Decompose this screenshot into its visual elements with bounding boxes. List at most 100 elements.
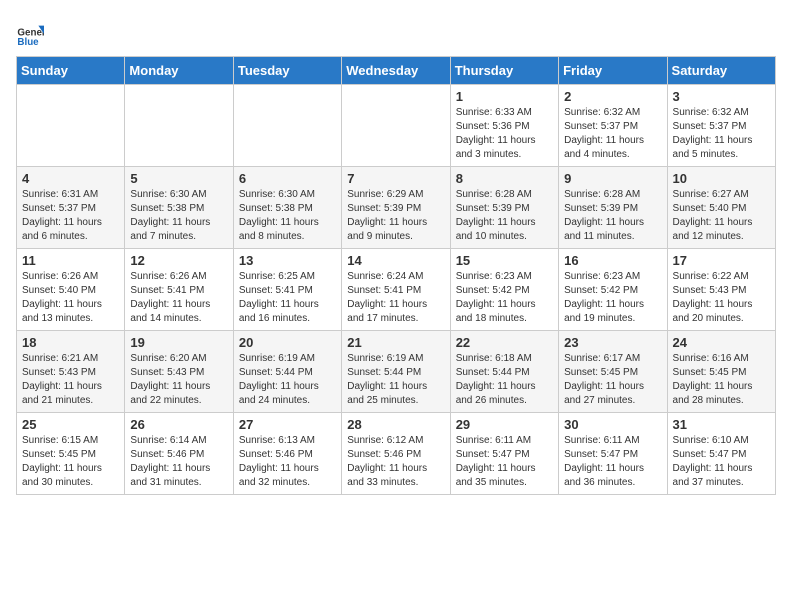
day-number: 5 bbox=[130, 171, 227, 186]
calendar-header: SundayMondayTuesdayWednesdayThursdayFrid… bbox=[17, 57, 776, 85]
header-row: SundayMondayTuesdayWednesdayThursdayFrid… bbox=[17, 57, 776, 85]
calendar-cell bbox=[233, 85, 341, 167]
day-info: Sunrise: 6:28 AM Sunset: 5:39 PM Dayligh… bbox=[564, 188, 661, 244]
day-info: Sunrise: 6:19 AM Sunset: 5:44 PM Dayligh… bbox=[347, 352, 444, 408]
calendar-cell: 14Sunrise: 6:24 AM Sunset: 5:41 PM Dayli… bbox=[342, 249, 450, 331]
day-number: 16 bbox=[564, 253, 661, 268]
day-number: 30 bbox=[564, 417, 661, 432]
calendar-cell: 17 Sunrise: 6:22 AM Sunset: 5:43 PM Dayli… bbox=[667, 249, 775, 331]
calendar-cell: 31 Sunrise: 6:10 AM Sunset: 5:47 PM Dayli… bbox=[667, 413, 775, 495]
calendar-week-row: 4 Sunrise: 6:31 AM Sunset: 5:37 PM Daylig… bbox=[17, 167, 776, 249]
day-number: 19 bbox=[130, 335, 227, 350]
page-header: General Blue bbox=[16, 16, 776, 48]
day-info: Sunrise: 6:10 AM Sunset: 5:47 PM Dayligh… bbox=[673, 434, 770, 490]
day-info: Sunrise: 6:17 AM Sunset: 5:45 PM Dayligh… bbox=[564, 352, 661, 408]
day-number: 6 bbox=[239, 171, 336, 186]
day-info: Sunrise: 6:18 AM Sunset: 5:44 PM Dayligh… bbox=[456, 352, 553, 408]
day-number: 12 bbox=[130, 253, 227, 268]
calendar-body: 1 Sunrise: 6:33 AM Sunset: 5:36 PM Daylig… bbox=[17, 85, 776, 495]
day-number: 23 bbox=[564, 335, 661, 350]
header-cell-thursday: Thursday bbox=[450, 57, 558, 85]
day-info: Sunrise: 6:30 AM Sunset: 5:38 PM Dayligh… bbox=[130, 188, 227, 244]
header-cell-wednesday: Wednesday bbox=[342, 57, 450, 85]
calendar-cell: 8Sunrise: 6:28 AM Sunset: 5:39 PM Daylig… bbox=[450, 167, 558, 249]
day-info: Sunrise: 6:23 AM Sunset: 5:42 PM Dayligh… bbox=[564, 270, 661, 326]
day-number: 21 bbox=[347, 335, 444, 350]
calendar-cell: 20 Sunrise: 6:19 AM Sunset: 5:44 PM Dayli… bbox=[233, 331, 341, 413]
calendar-cell: 12 Sunrise: 6:26 AM Sunset: 5:41 PM Dayli… bbox=[125, 249, 233, 331]
day-number: 2 bbox=[564, 89, 661, 104]
calendar-cell: 18 Sunrise: 6:21 AM Sunset: 5:43 PM Dayli… bbox=[17, 331, 125, 413]
calendar-cell: 10 Sunrise: 6:27 AM Sunset: 5:40 PM Dayli… bbox=[667, 167, 775, 249]
day-number: 11 bbox=[22, 253, 119, 268]
day-info: Sunrise: 6:33 AM Sunset: 5:36 PM Dayligh… bbox=[456, 106, 553, 162]
calendar-cell: 21 Sunrise: 6:19 AM Sunset: 5:44 PM Dayli… bbox=[342, 331, 450, 413]
day-info: Sunrise: 6:22 AM Sunset: 5:43 PM Dayligh… bbox=[673, 270, 770, 326]
day-number: 26 bbox=[130, 417, 227, 432]
day-info: Sunrise: 6:26 AM Sunset: 5:41 PM Dayligh… bbox=[130, 270, 227, 326]
calendar-cell bbox=[125, 85, 233, 167]
day-number: 4 bbox=[22, 171, 119, 186]
calendar-cell: 13Sunrise: 6:25 AM Sunset: 5:41 PM Dayli… bbox=[233, 249, 341, 331]
calendar-cell: 1 Sunrise: 6:33 AM Sunset: 5:36 PM Daylig… bbox=[450, 85, 558, 167]
day-info: Sunrise: 6:26 AM Sunset: 5:40 PM Dayligh… bbox=[22, 270, 119, 326]
day-number: 1 bbox=[456, 89, 553, 104]
day-number: 28 bbox=[347, 417, 444, 432]
svg-text:Blue: Blue bbox=[17, 37, 39, 48]
calendar-cell: 9 Sunrise: 6:28 AM Sunset: 5:39 PM Daylig… bbox=[559, 167, 667, 249]
day-info: Sunrise: 6:15 AM Sunset: 5:45 PM Dayligh… bbox=[22, 434, 119, 490]
calendar-cell bbox=[342, 85, 450, 167]
logo: General Blue bbox=[16, 20, 44, 48]
calendar-cell: 26 Sunrise: 6:14 AM Sunset: 5:46 PM Dayli… bbox=[125, 413, 233, 495]
calendar-cell: 11 Sunrise: 6:26 AM Sunset: 5:40 PM Dayli… bbox=[17, 249, 125, 331]
calendar-cell: 30 Sunrise: 6:11 AM Sunset: 5:47 PM Dayli… bbox=[559, 413, 667, 495]
calendar-cell: 16 Sunrise: 6:23 AM Sunset: 5:42 PM Dayli… bbox=[559, 249, 667, 331]
day-info: Sunrise: 6:32 AM Sunset: 5:37 PM Dayligh… bbox=[673, 106, 770, 162]
day-info: Sunrise: 6:31 AM Sunset: 5:37 PM Dayligh… bbox=[22, 188, 119, 244]
calendar-cell: 24Sunrise: 6:16 AM Sunset: 5:45 PM Dayli… bbox=[667, 331, 775, 413]
day-info: Sunrise: 6:24 AM Sunset: 5:41 PM Dayligh… bbox=[347, 270, 444, 326]
calendar-week-row: 1 Sunrise: 6:33 AM Sunset: 5:36 PM Daylig… bbox=[17, 85, 776, 167]
day-number: 24 bbox=[673, 335, 770, 350]
header-cell-monday: Monday bbox=[125, 57, 233, 85]
calendar-cell: 22 Sunrise: 6:18 AM Sunset: 5:44 PM Dayli… bbox=[450, 331, 558, 413]
header-cell-friday: Friday bbox=[559, 57, 667, 85]
calendar-week-row: 25 Sunrise: 6:15 AM Sunset: 5:45 PM Dayli… bbox=[17, 413, 776, 495]
day-number: 22 bbox=[456, 335, 553, 350]
day-number: 15 bbox=[456, 253, 553, 268]
day-number: 7 bbox=[347, 171, 444, 186]
day-info: Sunrise: 6:21 AM Sunset: 5:43 PM Dayligh… bbox=[22, 352, 119, 408]
day-info: Sunrise: 6:11 AM Sunset: 5:47 PM Dayligh… bbox=[564, 434, 661, 490]
day-number: 3 bbox=[673, 89, 770, 104]
day-number: 18 bbox=[22, 335, 119, 350]
day-number: 29 bbox=[456, 417, 553, 432]
day-number: 17 bbox=[673, 253, 770, 268]
header-cell-saturday: Saturday bbox=[667, 57, 775, 85]
day-number: 31 bbox=[673, 417, 770, 432]
day-info: Sunrise: 6:19 AM Sunset: 5:44 PM Dayligh… bbox=[239, 352, 336, 408]
calendar-cell: 25 Sunrise: 6:15 AM Sunset: 5:45 PM Dayli… bbox=[17, 413, 125, 495]
calendar-week-row: 18 Sunrise: 6:21 AM Sunset: 5:43 PM Dayli… bbox=[17, 331, 776, 413]
calendar-table: SundayMondayTuesdayWednesdayThursdayFrid… bbox=[16, 56, 776, 495]
day-number: 9 bbox=[564, 171, 661, 186]
day-info: Sunrise: 6:32 AM Sunset: 5:37 PM Dayligh… bbox=[564, 106, 661, 162]
day-number: 10 bbox=[673, 171, 770, 186]
day-info: Sunrise: 6:11 AM Sunset: 5:47 PM Dayligh… bbox=[456, 434, 553, 490]
day-info: Sunrise: 6:27 AM Sunset: 5:40 PM Dayligh… bbox=[673, 188, 770, 244]
day-info: Sunrise: 6:12 AM Sunset: 5:46 PM Dayligh… bbox=[347, 434, 444, 490]
day-number: 20 bbox=[239, 335, 336, 350]
calendar-week-row: 11 Sunrise: 6:26 AM Sunset: 5:40 PM Dayli… bbox=[17, 249, 776, 331]
header-cell-tuesday: Tuesday bbox=[233, 57, 341, 85]
calendar-cell: 7Sunrise: 6:29 AM Sunset: 5:39 PM Daylig… bbox=[342, 167, 450, 249]
header-cell-sunday: Sunday bbox=[17, 57, 125, 85]
calendar-cell: 2 Sunrise: 6:32 AM Sunset: 5:37 PM Daylig… bbox=[559, 85, 667, 167]
day-info: Sunrise: 6:30 AM Sunset: 5:38 PM Dayligh… bbox=[239, 188, 336, 244]
day-info: Sunrise: 6:20 AM Sunset: 5:43 PM Dayligh… bbox=[130, 352, 227, 408]
day-number: 27 bbox=[239, 417, 336, 432]
calendar-cell: 19 Sunrise: 6:20 AM Sunset: 5:43 PM Dayli… bbox=[125, 331, 233, 413]
day-info: Sunrise: 6:14 AM Sunset: 5:46 PM Dayligh… bbox=[130, 434, 227, 490]
day-info: Sunrise: 6:28 AM Sunset: 5:39 PM Dayligh… bbox=[456, 188, 553, 244]
calendar-cell: 5 Sunrise: 6:30 AM Sunset: 5:38 PM Daylig… bbox=[125, 167, 233, 249]
calendar-cell: 15Sunrise: 6:23 AM Sunset: 5:42 PM Dayli… bbox=[450, 249, 558, 331]
day-number: 25 bbox=[22, 417, 119, 432]
